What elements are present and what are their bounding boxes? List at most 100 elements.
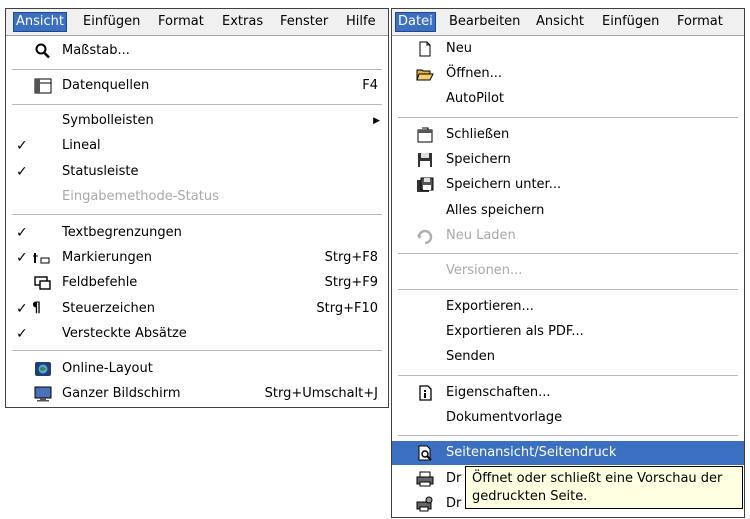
- checkmark-icon: ✓: [16, 250, 28, 266]
- properties-icon: [419, 385, 432, 401]
- menu-item-symbolleisten[interactable]: Symbolleisten ▶: [6, 109, 388, 133]
- menu-item-label: Neu: [446, 41, 472, 56]
- menu-item-neu[interactable]: Neu: [392, 37, 744, 61]
- menu-item-speichern[interactable]: Speichern: [392, 148, 744, 172]
- checkmark-icon: ✓: [16, 301, 28, 317]
- menu-item-label: Dr: [446, 471, 462, 486]
- menu-item-label: Textbegrenzungen: [62, 225, 182, 240]
- full-screen-icon: [34, 386, 52, 402]
- menubar-format[interactable]: Format: [156, 13, 206, 31]
- menu-item-label: Eingabemethode-Status: [62, 189, 219, 204]
- menu-item-label: Speichern unter...: [446, 177, 562, 192]
- menu-item-autopilot[interactable]: AutoPilot: [392, 87, 744, 111]
- menu-item-label: Online-Layout: [62, 361, 153, 376]
- field-shadings-icon: [33, 253, 50, 264]
- reload-icon: [417, 229, 433, 244]
- separator: [398, 435, 738, 436]
- close-document-icon: [417, 127, 433, 143]
- menu-item-exportieren[interactable]: Exportieren...: [392, 295, 744, 319]
- menu-item-eingabemethode: Eingabemethode-Status: [6, 185, 388, 209]
- menu-item-massstab[interactable]: Maßstab...: [6, 39, 388, 63]
- menu-item-label: AutoPilot: [446, 91, 505, 106]
- menu-item-label: Feldbefehle: [62, 275, 138, 290]
- tooltip-line: Öffnet oder schließt eine Vorschau der: [472, 471, 723, 486]
- menu-item-markierungen[interactable]: ✓ Markierungen Strg+F8: [6, 246, 388, 270]
- menubar-einfuegen[interactable]: Einfügen: [600, 13, 661, 31]
- menu-item-label: Statusleiste: [62, 164, 139, 179]
- menu-item-alles-speichern[interactable]: Alles speichern: [392, 199, 744, 223]
- menu-item-eigenschaften[interactable]: Eigenschaften...: [392, 381, 744, 405]
- menu-item-textbegrenzungen[interactable]: ✓ Textbegrenzungen: [6, 221, 388, 245]
- menu-item-label: Neu Laden: [446, 228, 516, 243]
- separator: [12, 350, 382, 351]
- menu-item-label: Maßstab...: [62, 43, 130, 58]
- separator: [12, 69, 382, 70]
- menu-item-label: Öffnen...: [446, 66, 503, 81]
- menu-item-shortcut: Strg+F9: [324, 275, 378, 290]
- menubar-einfuegen[interactable]: Einfügen: [81, 13, 142, 31]
- print-icon: [416, 471, 434, 487]
- menu-item-datenquellen[interactable]: Datenquellen F4: [6, 74, 388, 98]
- tooltip: Öffnet oder schließt eine Vorschau der g…: [465, 466, 743, 509]
- menu-item-steuerzeichen[interactable]: ✓ ¶ Steuerzeichen Strg+F10: [6, 297, 388, 321]
- menu-item-shortcut: Strg+F8: [324, 250, 378, 265]
- menu-item-exportieren-pdf[interactable]: Exportieren als PDF...: [392, 320, 744, 344]
- menu-item-senden[interactable]: Senden: [392, 345, 744, 369]
- menu-item-lineal[interactable]: ✓ Lineal: [6, 134, 388, 158]
- menu-item-label: Lineal: [62, 138, 101, 153]
- separator: [398, 375, 738, 376]
- menu-item-label: Senden: [446, 349, 495, 364]
- zoom-icon: [35, 43, 50, 59]
- separator: [398, 253, 738, 254]
- menu-item-label: Schließen: [446, 127, 510, 142]
- fields-icon: [34, 276, 51, 290]
- menubar-format[interactable]: Format: [675, 13, 725, 31]
- right-menubar: Datei Bearbeiten Ansicht Einfügen Format: [392, 9, 744, 36]
- menu-item-label: Versteckte Absätze: [62, 326, 187, 341]
- view-menu-window: Ansicht Einfügen Format Extras Fenster H…: [5, 8, 389, 408]
- menu-item-ganzer-bildschirm[interactable]: Ganzer Bildschirm Strg+Umschalt+J: [6, 382, 388, 406]
- save-as-icon: [417, 177, 434, 192]
- menu-item-dokumentvorlage[interactable]: Dokumentvorlage: [392, 406, 744, 430]
- menubar-extras[interactable]: Extras: [220, 13, 265, 31]
- menu-item-label: Ganzer Bildschirm: [62, 386, 181, 401]
- menu-item-statusleiste[interactable]: ✓ Statusleiste: [6, 160, 388, 184]
- menubar-fenster[interactable]: Fenster: [278, 13, 330, 31]
- menu-item-versionen: Versionen...: [392, 259, 744, 283]
- new-document-icon: [419, 41, 431, 57]
- menu-item-online-layout[interactable]: Online-Layout: [6, 357, 388, 381]
- checkmark-icon: ✓: [16, 326, 28, 342]
- menu-item-label: Dokumentvorlage: [446, 410, 563, 425]
- open-folder-icon: [416, 69, 434, 81]
- menu-item-label: Exportieren...: [446, 299, 534, 314]
- save-icon: [418, 153, 432, 167]
- printer-settings-icon: [416, 496, 433, 512]
- menu-item-shortcut: Strg+F10: [316, 301, 378, 316]
- file-menu-window: Datei Bearbeiten Ansicht Einfügen Format…: [391, 8, 745, 518]
- separator: [12, 104, 382, 105]
- menu-item-feldbefehle[interactable]: Feldbefehle Strg+F9: [6, 271, 388, 295]
- menu-item-label: Dr: [446, 496, 462, 511]
- menubar-bearbeiten[interactable]: Bearbeiten: [447, 13, 522, 31]
- left-menubar: Ansicht Einfügen Format Extras Fenster H…: [6, 9, 388, 36]
- menubar-ansicht[interactable]: Ansicht: [12, 12, 68, 32]
- menu-item-label: Eigenschaften...: [446, 385, 551, 400]
- menu-item-label: Exportieren als PDF...: [446, 324, 584, 339]
- menubar-ansicht[interactable]: Ansicht: [534, 13, 586, 31]
- submenu-arrow-icon: ▶: [373, 116, 380, 126]
- menu-item-oeffnen[interactable]: Öffnen...: [392, 62, 744, 86]
- menu-item-neu-laden: Neu Laden: [392, 224, 744, 248]
- checkmark-icon: ✓: [16, 164, 28, 180]
- menu-item-versteckte-absaetze[interactable]: ✓ Versteckte Absätze: [6, 322, 388, 346]
- menu-item-label: Seitenansicht/Seitendruck: [446, 445, 617, 460]
- menubar-hilfe[interactable]: Hilfe: [344, 13, 378, 31]
- menubar-datei[interactable]: Datei: [395, 12, 436, 32]
- menu-item-label: Versionen...: [446, 263, 523, 278]
- checkmark-icon: ✓: [16, 138, 28, 154]
- web-layout-icon: [35, 362, 51, 376]
- menu-item-schliessen[interactable]: Schließen: [392, 123, 744, 147]
- checkmark-icon: ✓: [16, 225, 28, 241]
- menu-item-speichern-unter[interactable]: Speichern unter...: [392, 173, 744, 197]
- menu-item-label: Datenquellen: [62, 78, 150, 93]
- menu-item-seitenansicht[interactable]: Seitenansicht/Seitendruck: [392, 441, 744, 465]
